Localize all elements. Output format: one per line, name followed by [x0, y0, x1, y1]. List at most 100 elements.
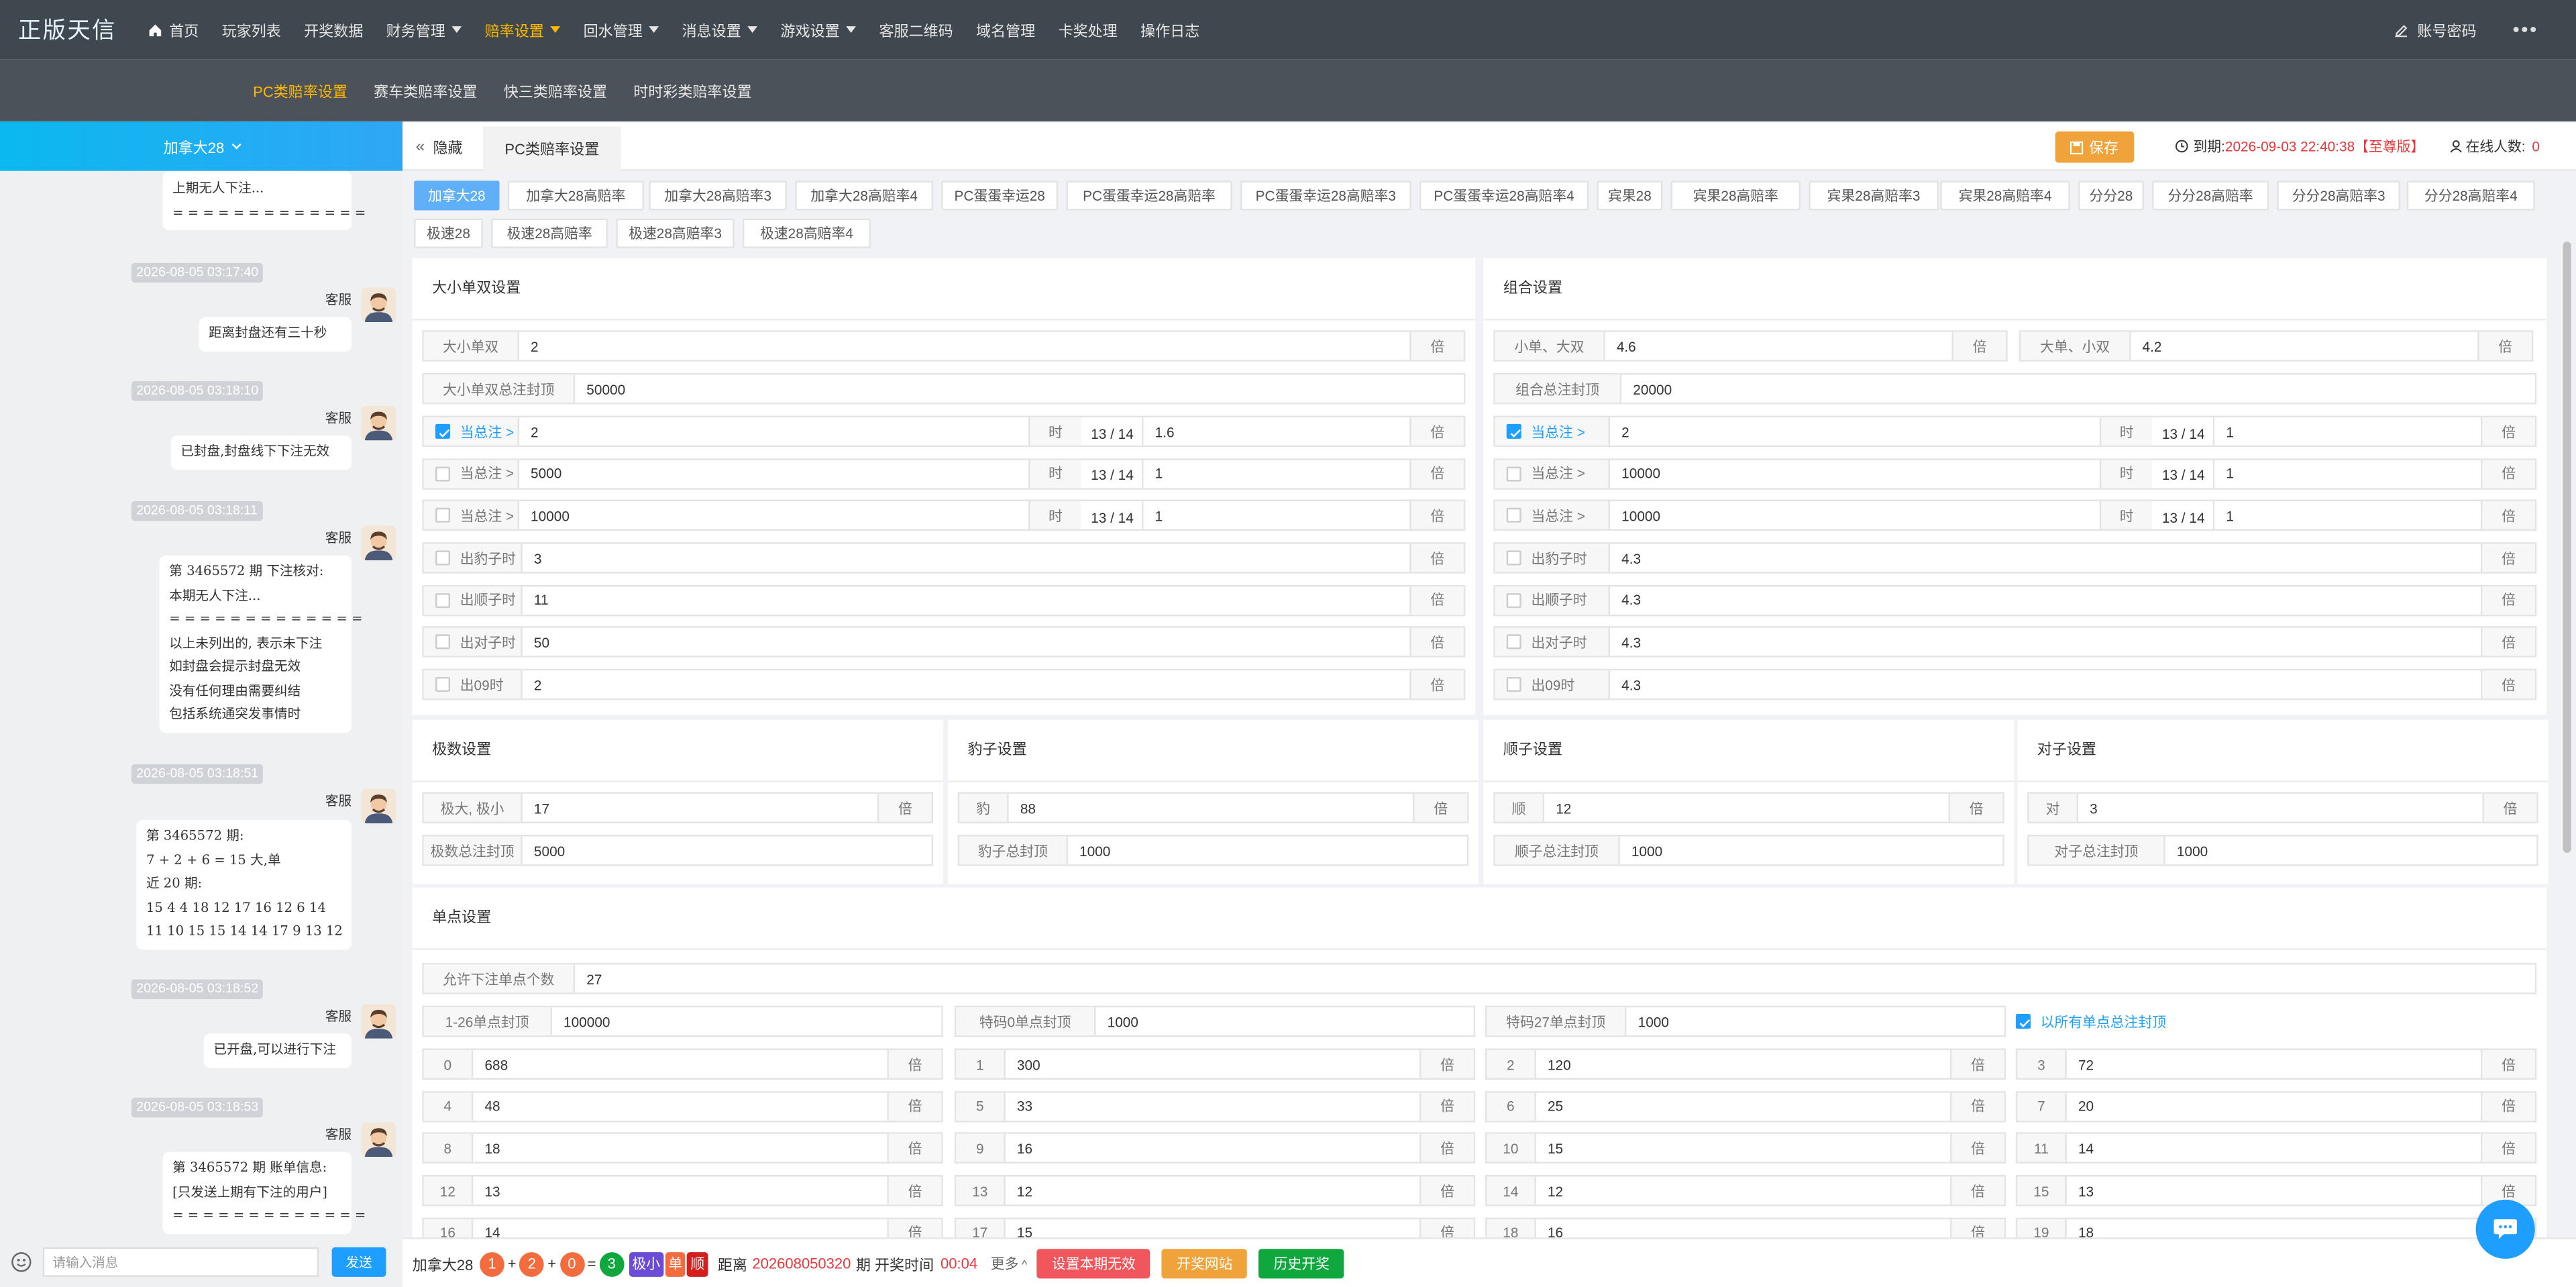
game-tab-button[interactable]: 宾果28高赔率3 [1809, 181, 1939, 211]
checkbox[interactable] [435, 508, 451, 523]
tier-amount-input[interactable]: 2 [1610, 417, 2100, 446]
game-tab-button[interactable]: 加拿大28高赔率 [507, 181, 645, 211]
field-input[interactable]: 4.3 [1610, 670, 2481, 699]
field-input[interactable]: 18 [2067, 1219, 2481, 1237]
single-point-row[interactable]: 11 14 倍 [2015, 1133, 2537, 1164]
field-label[interactable]: 出对子时 [1495, 628, 1611, 657]
chat-room-selector[interactable]: 加拿大28 [0, 121, 403, 171]
field-input[interactable]: 12 [1536, 1177, 1950, 1205]
game-tab-button[interactable]: PC蛋蛋幸运28高赔率 [1066, 181, 1232, 211]
game-tab-button[interactable]: 极速28 [414, 218, 484, 248]
field-input[interactable]: 27 [575, 965, 2535, 993]
single-point-row[interactable]: 10 15 倍 [1485, 1133, 2006, 1164]
field-input[interactable]: 13 [473, 1177, 887, 1205]
game-tab-button[interactable]: 分分28高赔率3 [2277, 181, 2400, 211]
tier-rate-input[interactable]: 1 [2212, 501, 2481, 530]
game-tab-button[interactable]: 加拿大28高赔率3 [649, 181, 788, 211]
field-input[interactable]: 33 [1006, 1092, 1419, 1121]
send-button[interactable]: 发送 [331, 1247, 386, 1277]
void-issue-button[interactable]: 设置本期无效 [1036, 1249, 1150, 1279]
hide-sidebar-button[interactable]: « 隐藏 [416, 121, 463, 170]
tier-amount-input[interactable]: 2 [519, 417, 1028, 446]
tier-amount-input[interactable]: 10000 [519, 502, 1028, 530]
combo-special-row[interactable]: 出对子时 4.3 倍 [1493, 627, 2537, 658]
checkbox[interactable] [2015, 1014, 2031, 1029]
field-input[interactable]: 4.2 [2131, 332, 2477, 360]
field-input[interactable]: 100000 [552, 1007, 941, 1035]
combo-tier-row[interactable]: 当总注 > 2 时 13 / 14 1 倍 [1493, 415, 2537, 448]
field-input[interactable]: 3 [523, 544, 1409, 572]
dxds-tier-row[interactable]: 当总注 >10000 时 13 / 14 1 倍 [422, 500, 1466, 531]
field-input[interactable]: 50000 [575, 374, 1464, 403]
dxds-special-row[interactable]: 出对子时 50 倍 [422, 627, 1466, 658]
single-point-row[interactable]: 3 72 倍 [2015, 1048, 2537, 1080]
pair-cap-row[interactable]: 对子总注封顶 1000 [2027, 835, 2538, 866]
field-input[interactable]: 5000 [523, 837, 932, 865]
subnav-item-2[interactable]: 快三类赔率设置 [490, 80, 621, 101]
single-point-row[interactable]: 18 16 倍 [1485, 1217, 2006, 1238]
field-input[interactable]: 1000 [2165, 837, 2536, 865]
dxds-special-row[interactable]: 出顺子时 11 倍 [422, 584, 1466, 616]
more-link[interactable]: 更多 ^ [991, 1254, 1027, 1274]
more-menu-icon[interactable]: ••• [2512, 18, 2538, 41]
field-input[interactable]: 4.3 [1610, 586, 2481, 615]
dxds-tier-row[interactable]: 当总注 >2 时 13 / 14 1.6 倍 [422, 415, 1466, 448]
field-input[interactable]: 15 [1006, 1219, 1419, 1237]
field-input[interactable]: 16 [1006, 1135, 1419, 1163]
field-label[interactable]: 当总注 > [1495, 459, 1611, 488]
field-input[interactable]: 1000 [1627, 1007, 2004, 1035]
field-label[interactable]: 当总注 > [423, 501, 519, 530]
single-point-row[interactable]: 4 48 倍 [422, 1090, 943, 1122]
chat-message-list[interactable]: 上期无人下注... = = = = = = = = = = = = = 2026… [0, 170, 402, 1236]
tier-rate-input[interactable]: 1 [1142, 501, 1409, 530]
field-label[interactable]: 出豹子时 [1495, 544, 1611, 572]
field-input[interactable]: 20000 [1621, 374, 2535, 403]
game-tab-button[interactable]: 分分28高赔率 [2152, 181, 2269, 211]
checkbox[interactable] [435, 550, 451, 566]
field-input[interactable]: 48 [473, 1092, 887, 1121]
field-label[interactable]: 出09时 [423, 670, 523, 699]
field-input[interactable]: 3 [2078, 794, 2482, 822]
game-tab-button[interactable]: 极速28高赔率3 [616, 218, 735, 248]
leopard-cap-row[interactable]: 豹子总封顶 1000 [957, 835, 1469, 866]
field-input[interactable]: 4.6 [1605, 332, 1952, 360]
nav-item-9[interactable]: 域名管理 [965, 0, 1046, 59]
field-input[interactable]: 25 [1536, 1092, 1950, 1121]
field-input[interactable]: 1000 [1095, 1007, 1473, 1035]
single-count-row[interactable]: 允许下注单点个数 27 [422, 963, 2537, 994]
field-input[interactable]: 18 [473, 1135, 887, 1163]
nav-item-10[interactable]: 卡奖处理 [1046, 0, 1128, 59]
nav-item-6[interactable]: 消息设置 [670, 0, 769, 59]
field-input[interactable]: 16 [1536, 1219, 1950, 1237]
all-single-cap-checkbox[interactable]: 以所有单点总注封顶 [2015, 1006, 2166, 1037]
game-tab-button[interactable]: 极速28高赔率4 [742, 218, 871, 248]
combo-special-row[interactable]: 出豹子时 4.3 倍 [1493, 542, 2537, 574]
combo-b-row[interactable]: 大单、小双 4.2 倍 [2019, 330, 2534, 362]
checkbox[interactable] [1506, 508, 1521, 523]
checkbox[interactable] [435, 677, 451, 692]
save-button[interactable]: 保存 [2055, 131, 2135, 163]
tier-amount-input[interactable]: 5000 [519, 460, 1028, 488]
dxds-odds-row[interactable]: 大小单双 2 倍 [422, 330, 1466, 362]
field-label[interactable]: 出顺子时 [1495, 586, 1611, 615]
game-tab-button[interactable]: 宾果28高赔率4 [1940, 181, 2070, 211]
game-tab-button[interactable]: 宾果28高赔率 [1670, 181, 1801, 211]
nav-item-3[interactable]: 财务管理 [374, 0, 473, 59]
single-point-row[interactable]: 13 12 倍 [954, 1175, 1476, 1206]
tier-amount-input[interactable]: 10000 [1610, 460, 2100, 488]
checkbox[interactable] [1506, 423, 1521, 439]
game-tab-button[interactable]: PC蛋蛋幸运28高赔率3 [1240, 181, 1411, 211]
subnav-item-3[interactable]: 时时彩类赔率设置 [621, 80, 765, 101]
emoji-icon[interactable] [11, 1252, 32, 1272]
field-label[interactable]: 当总注 > [423, 459, 519, 488]
chat-message-input[interactable]: 请输入消息 [42, 1247, 319, 1277]
odds-settings-content[interactable]: 加拿大28 加拿大28高赔率 加拿大28高赔率3 加拿大28高赔率4 PC蛋蛋幸运28 P… [402, 172, 2576, 1238]
dxds-cap-row[interactable]: 大小单双总注封顶 50000 [422, 372, 1466, 405]
pair-odds-row[interactable]: 对 3倍 [2027, 792, 2538, 823]
single-point-row[interactable]: 5 33 倍 [954, 1090, 1476, 1122]
field-input[interactable]: 17 [523, 794, 877, 822]
extreme-cap-row[interactable]: 极数总注封顶 5000 [422, 835, 934, 866]
single-point-row[interactable]: 6 25 倍 [1485, 1090, 2006, 1122]
single-point-row[interactable]: 2 120 倍 [1485, 1048, 2006, 1080]
field-input[interactable]: 50 [523, 628, 1409, 656]
